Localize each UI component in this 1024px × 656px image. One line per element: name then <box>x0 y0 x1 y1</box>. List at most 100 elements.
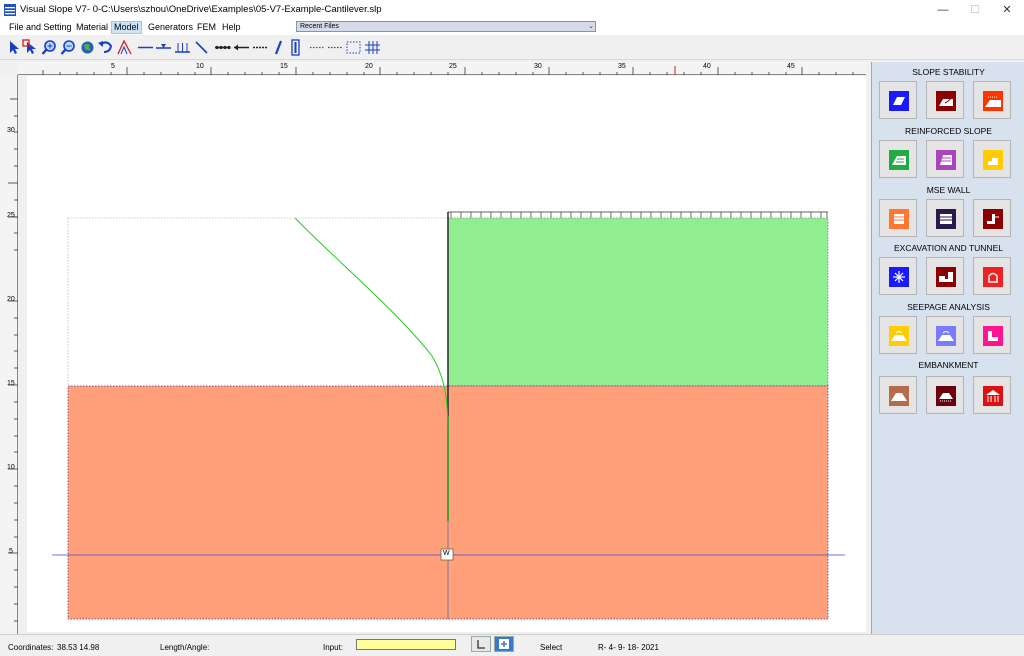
ruler-y-label: 25 <box>7 212 15 219</box>
excavation-1-button[interactable] <box>879 257 917 295</box>
blue-dash-icon[interactable] <box>327 39 344 56</box>
embankment-3-icon <box>983 386 1003 406</box>
menu-generators[interactable]: Generators <box>146 21 195 34</box>
surcharge-load[interactable] <box>448 211 828 218</box>
zoom-out-icon[interactable] <box>60 39 77 56</box>
slope-stability-1-icon <box>889 91 909 111</box>
slope-icon[interactable] <box>116 39 133 56</box>
command-input-field[interactable] <box>356 639 456 650</box>
pile-icon[interactable] <box>270 39 287 56</box>
embankment-1-button[interactable] <box>879 376 917 414</box>
mse-wall-1-button[interactable] <box>879 199 917 237</box>
reinforced-slope-3-button[interactable] <box>973 140 1011 178</box>
ruler-y-label: 5 <box>9 548 13 555</box>
water-table-icon[interactable] <box>155 39 172 56</box>
chevron-down-icon: ⌄ <box>588 23 594 30</box>
mse-wall-3-icon <box>983 209 1003 229</box>
section-title-seepage-analysis: SEEPAGE ANALYSIS <box>907 302 990 312</box>
input-label: Input: <box>323 643 344 652</box>
excavation-2-icon <box>936 267 956 287</box>
mode-status: Select <box>540 643 563 652</box>
section-title-mse-wall: MSE WALL <box>926 185 971 195</box>
seepage-2-icon <box>936 326 956 346</box>
menu-file-and-setting[interactable]: File and Setting <box>7 21 74 34</box>
vertical-ruler: 30 25 20 15 10 5 <box>0 75 18 635</box>
ruler-x-label: 40 <box>703 63 711 70</box>
maximize-button[interactable]: ☐ <box>960 0 990 20</box>
minimize-button[interactable]: — <box>928 0 958 20</box>
seepage-1-icon <box>889 326 909 346</box>
reinforced-slope-1-button[interactable] <box>879 140 917 178</box>
dashed-box-icon[interactable] <box>345 39 362 56</box>
tunnel-button[interactable] <box>973 257 1011 295</box>
slope-stability-1-button[interactable] <box>879 81 917 119</box>
select-point-icon[interactable] <box>22 39 39 56</box>
coordinates-value: 38.53 14.98 <box>57 643 100 652</box>
embankment-2-button[interactable] <box>926 376 964 414</box>
slope-stability-2-icon <box>936 91 956 111</box>
title-bar: Visual Slope V7- 0-C:\Users\szhou\OneDri… <box>0 0 1024 20</box>
ruler-y-label: 10 <box>7 464 15 471</box>
section-title-slope-stability: SLOPE STABILITY <box>912 67 985 77</box>
mse-wall-3-button[interactable] <box>973 199 1011 237</box>
select-arrow-icon[interactable] <box>6 39 23 56</box>
tunnel-icon <box>983 267 1003 287</box>
line-icon[interactable] <box>137 39 154 56</box>
load-icon[interactable] <box>174 39 191 56</box>
reinforced-slope-1-icon <box>889 150 909 170</box>
ruler-x-label: 5 <box>111 63 115 70</box>
seepage-2-button[interactable] <box>926 316 964 354</box>
ruler-x-label: 35 <box>618 63 626 70</box>
coordinates-label: Coordinates: <box>8 643 54 652</box>
section-title-reinforced-slope: REINFORCED SLOPE <box>905 126 992 136</box>
menu-help[interactable]: Help <box>220 21 243 34</box>
window-title: Visual Slope V7- 0-C:\Users\szhou\OneDri… <box>20 4 382 15</box>
embankment-2-icon <box>936 386 956 406</box>
water-marker-label: W <box>443 550 450 557</box>
ruler-x-label: 15 <box>280 63 288 70</box>
ortho-icon <box>477 640 485 649</box>
red-dash-icon[interactable] <box>309 39 326 56</box>
ruler-y-label: 30 <box>7 127 15 134</box>
ruler-x-label: 10 <box>196 63 204 70</box>
recent-files-dropdown[interactable]: Recent Files ⌄ <box>296 21 596 32</box>
reinforced-slope-2-icon <box>936 150 956 170</box>
model-canvas[interactable]: W <box>27 76 866 632</box>
diagonal-line-icon[interactable] <box>193 39 210 56</box>
geotextile-icon[interactable] <box>252 39 269 56</box>
ruler-y-label: 20 <box>7 296 15 303</box>
ruler-x-label: 20 <box>365 63 373 70</box>
seepage-1-button[interactable] <box>879 316 917 354</box>
snap-plus-icon <box>499 639 509 649</box>
length-angle-label: Length/Angle: <box>160 643 210 652</box>
menu-material[interactable]: Material <box>74 21 110 34</box>
snap-toggle-button[interactable] <box>494 636 514 652</box>
ruler-x-label: 30 <box>534 63 542 70</box>
wall-icon[interactable] <box>287 39 304 56</box>
slope-stability-2-button[interactable] <box>926 81 964 119</box>
undo-icon[interactable] <box>97 39 114 56</box>
embankment-1-icon <box>889 386 909 406</box>
embankment-3-button[interactable] <box>973 376 1011 414</box>
anchor-icon[interactable] <box>214 39 231 56</box>
grid-icon[interactable] <box>364 39 381 56</box>
nail-icon[interactable] <box>233 39 250 56</box>
ortho-toggle-button[interactable] <box>471 636 491 652</box>
zoom-in-icon[interactable] <box>41 39 58 56</box>
recent-files-label: Recent Files <box>300 23 339 30</box>
slope-stability-3-icon <box>983 91 1003 111</box>
menu-model[interactable]: Model <box>111 21 142 34</box>
excavation-2-button[interactable] <box>926 257 964 295</box>
reinforced-slope-2-button[interactable] <box>926 140 964 178</box>
mse-wall-2-button[interactable] <box>926 199 964 237</box>
app-logo-icon <box>4 4 16 16</box>
menu-fem[interactable]: FEM <box>195 21 218 34</box>
close-button[interactable]: ✕ <box>992 0 1022 20</box>
seepage-3-button[interactable] <box>973 316 1011 354</box>
mse-wall-2-icon <box>936 209 956 229</box>
retained-soil-region[interactable] <box>447 217 829 387</box>
slope-stability-3-button[interactable] <box>973 81 1011 119</box>
globe-icon[interactable] <box>79 39 96 56</box>
toolbar <box>0 35 1024 60</box>
version-status: R- 4- 9- 18- 2021 <box>598 643 659 652</box>
